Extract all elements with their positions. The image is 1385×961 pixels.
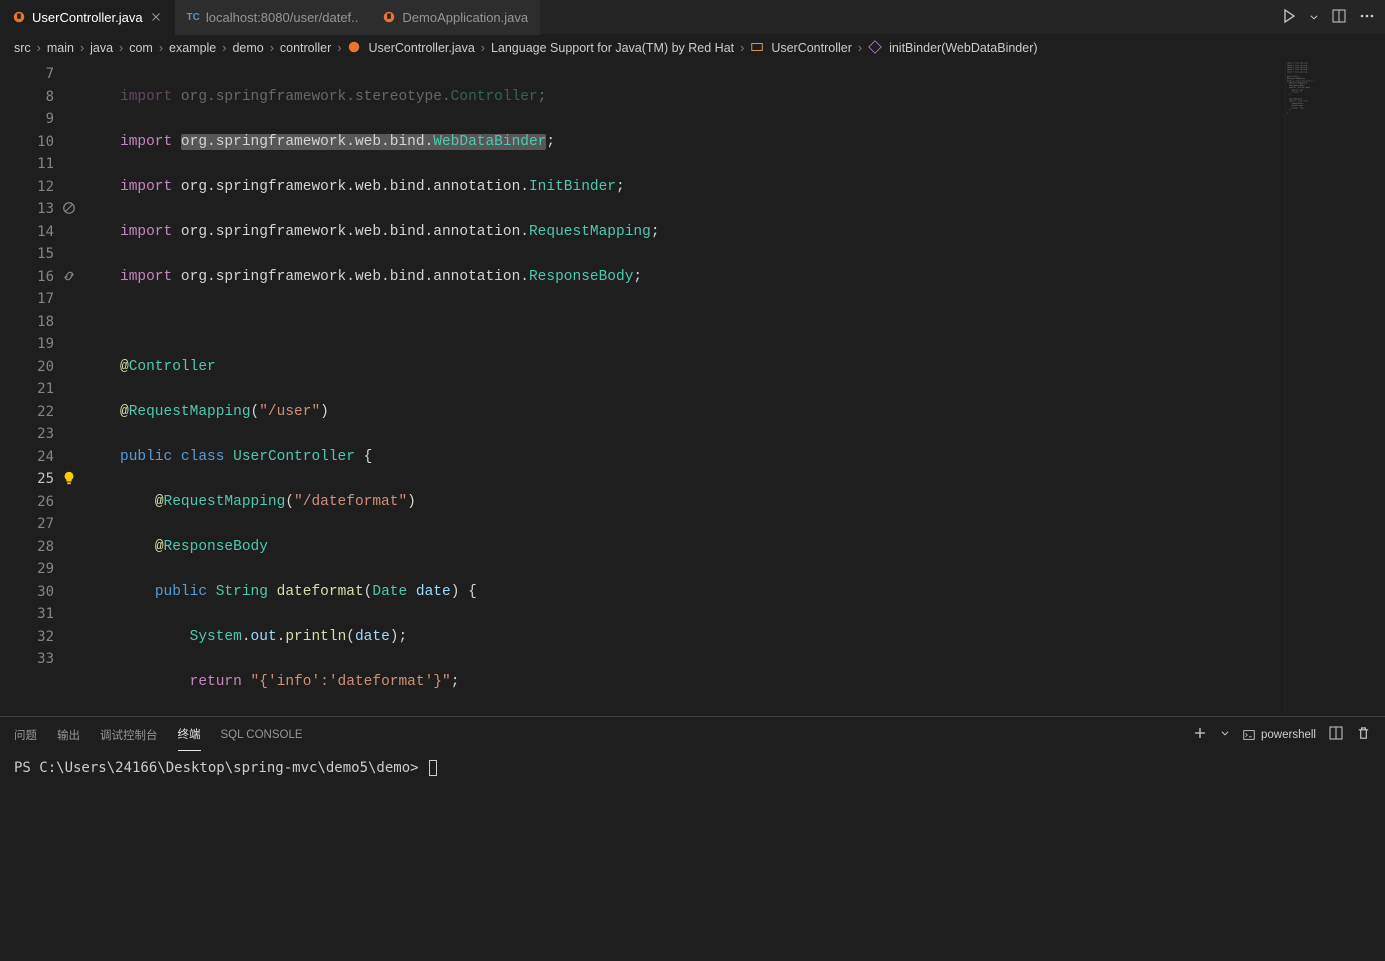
minimap[interactable]: import org.spring...import org.spring...… (1285, 61, 1385, 716)
chevron-down-icon[interactable] (1220, 728, 1230, 741)
tab-problems[interactable]: 问题 (14, 719, 37, 751)
tab-localhost[interactable]: TC localhost:8080/user/datef.. (175, 0, 371, 35)
editor[interactable]: 7 8 9 10 11 12 13 14 15 16 17 18 19 20 2… (0, 61, 1385, 716)
tab-label: localhost:8080/user/datef.. (206, 10, 359, 25)
class-icon (750, 40, 764, 57)
tab-demoapplication[interactable]: DemoApplication.java (370, 0, 540, 35)
terminal-cursor (429, 760, 437, 776)
terminal-shell-label[interactable]: powershell (1242, 728, 1316, 742)
java-file-icon (347, 40, 361, 57)
new-terminal-icon[interactable] (1192, 725, 1208, 744)
tab-terminal[interactable]: 终端 (178, 718, 201, 751)
terminal-icon (1242, 728, 1256, 742)
split-editor-icon[interactable] (1331, 8, 1347, 27)
more-icon[interactable] (1359, 8, 1375, 27)
tc-icon: TC (187, 12, 200, 23)
tab-usercontroller[interactable]: UserController.java (0, 0, 175, 35)
tab-debug-console[interactable]: 调试控制台 (100, 719, 158, 751)
editor-tabs-bar: UserController.java TC localhost:8080/us… (0, 0, 1385, 35)
no-entry-icon (62, 201, 76, 215)
split-terminal-icon[interactable] (1328, 725, 1344, 744)
code-content[interactable]: import org.springframework.stereotype.Co… (80, 61, 1285, 716)
tab-output[interactable]: 输出 (57, 719, 80, 751)
terminal-panel: 问题 输出 调试控制台 终端 SQL CONSOLE powershell PS… (0, 716, 1385, 961)
tab-sql-console[interactable]: SQL CONSOLE (221, 721, 303, 749)
lightbulb-icon[interactable] (62, 471, 76, 485)
terminal-tabs: 问题 输出 调试控制台 终端 SQL CONSOLE powershell (0, 717, 1385, 752)
breadcrumb[interactable]: src› main› java› com› example› demo› con… (0, 35, 1385, 61)
terminal-prompt: PS C:\Users\24166\Desktop\spring-mvc\dem… (14, 760, 427, 776)
java-file-icon (382, 10, 396, 24)
tab-label: UserController.java (32, 10, 143, 25)
tab-label: DemoApplication.java (402, 10, 528, 25)
line-gutter: 7 8 9 10 11 12 13 14 15 16 17 18 19 20 2… (0, 61, 80, 716)
link-icon (62, 269, 76, 283)
java-file-icon (12, 10, 26, 24)
close-icon[interactable] (149, 10, 163, 24)
run-icon[interactable] (1281, 8, 1297, 27)
terminal-body[interactable]: PS C:\Users\24166\Desktop\spring-mvc\dem… (0, 752, 1385, 961)
chevron-down-icon[interactable] (1309, 10, 1319, 25)
editor-toolbar (1281, 8, 1385, 27)
trash-icon[interactable] (1356, 726, 1371, 744)
method-icon (868, 40, 882, 57)
